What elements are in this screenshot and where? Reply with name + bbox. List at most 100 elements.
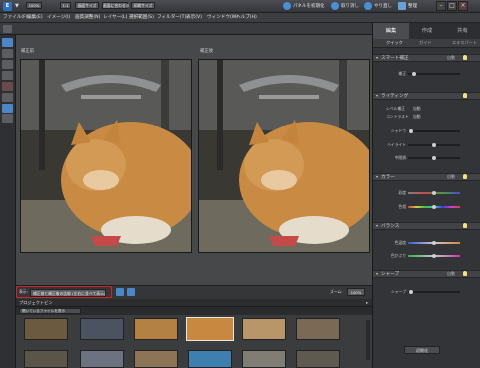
swap-icon[interactable] (116, 288, 124, 296)
thumbnail[interactable] (242, 318, 286, 340)
thumbnail[interactable] (24, 350, 68, 368)
slider-thumb[interactable] (409, 129, 413, 133)
thumbnail[interactable] (134, 350, 178, 368)
panel-reset-icon[interactable] (283, 2, 291, 10)
whiten-teeth-tool-icon[interactable] (2, 93, 13, 102)
project-bin-title: プロジェクトビン (19, 300, 53, 305)
thumbnail-selected[interactable] (186, 317, 234, 341)
shadows-slider[interactable] (408, 130, 460, 132)
thumbnail[interactable] (24, 318, 68, 340)
slider-thumb[interactable] (432, 254, 436, 258)
subtab-guided[interactable]: ガイド (419, 40, 432, 46)
zoom-tool-icon[interactable] (2, 38, 13, 47)
levels-label: レベル補正 (386, 106, 405, 111)
zoom-field[interactable]: 100% (347, 288, 365, 296)
menu-edit[interactable]: 編集(E) (27, 14, 43, 20)
slider-label: 中間調 (394, 155, 406, 160)
color-swatch-icon[interactable] (2, 114, 13, 123)
auto-button[interactable]: 自動 (447, 271, 455, 277)
bin-source-select[interactable]: 開いているファイルを表示 (19, 308, 81, 314)
bin-scrollbar[interactable] (366, 320, 370, 360)
sync-icon[interactable] (127, 288, 135, 296)
slider-thumb[interactable] (432, 205, 436, 209)
tab-share[interactable]: 共有 (445, 23, 480, 39)
contrast-auto-button[interactable]: 自動 (413, 114, 421, 120)
bulb-icon (463, 271, 467, 276)
maximize-icon[interactable]: □ (447, 1, 457, 11)
bin-collapse-icon[interactable]: ▸ (366, 300, 368, 305)
menu-layer[interactable]: レイヤー(L) (103, 14, 127, 20)
crop-tool-icon[interactable] (2, 71, 13, 80)
thumbnail[interactable] (80, 350, 124, 368)
print-size-button[interactable]: 印刷サイズ (131, 2, 155, 9)
actual-pixels-button[interactable]: 1:1 (60, 2, 71, 9)
slider-label: ハイライト (387, 142, 406, 147)
options-bar (0, 23, 372, 35)
panel-reset-button[interactable]: パネルを初期化 (293, 3, 325, 9)
slider-thumb[interactable] (412, 72, 416, 76)
collapse-icon[interactable]: ▾ (376, 93, 378, 98)
section-title: シャープ (381, 272, 400, 277)
organizer-button[interactable]: 整理 (408, 3, 417, 9)
bulb-icon (463, 174, 467, 179)
tab-create[interactable]: 作成 (409, 23, 445, 39)
hand-tool-icon[interactable] (2, 49, 13, 58)
slider-thumb[interactable] (432, 241, 436, 245)
menu-window[interactable]: ウィンドウ(W) (207, 14, 238, 20)
thumbnail[interactable] (134, 318, 178, 340)
thumbnail[interactable] (242, 350, 286, 368)
slider-thumb[interactable] (432, 156, 436, 160)
collapse-icon[interactable]: ▾ (376, 174, 378, 179)
bulb-icon (463, 55, 467, 60)
sharpen-slider[interactable] (408, 291, 460, 293)
minimize-icon[interactable]: – (436, 1, 446, 11)
undo-icon[interactable] (331, 2, 339, 10)
menu-view[interactable]: 表示(V) (186, 14, 202, 20)
app-logo-icon: E (3, 2, 12, 11)
slider-label: シャドウ (390, 128, 406, 133)
slider-label: 色温度 (394, 240, 406, 245)
collapse-icon[interactable]: ▾ (376, 271, 378, 276)
close-icon[interactable]: × (458, 1, 468, 11)
auto-button[interactable]: 自動 (447, 174, 455, 180)
before-photo[interactable] (20, 59, 192, 253)
slider-label: 補正 (398, 71, 406, 76)
zoom-percent-field[interactable]: 100% (26, 2, 42, 9)
redo-button[interactable]: やり直し (374, 3, 392, 9)
spot-healing-tool-icon[interactable] (2, 104, 13, 113)
section-title: バランス (381, 224, 400, 229)
slider-thumb[interactable] (432, 143, 436, 147)
collapse-icon[interactable]: ▾ (376, 223, 378, 228)
home-icon[interactable] (398, 2, 406, 10)
thumbnail[interactable] (188, 350, 232, 368)
app-menu-caret[interactable]: ▼ (15, 3, 19, 9)
quick-select-tool-icon[interactable] (2, 60, 13, 69)
thumbnail[interactable] (80, 318, 124, 340)
slider-thumb[interactable] (432, 191, 436, 195)
tab-edit[interactable]: 編集 (373, 23, 409, 39)
cat-photo-after (199, 60, 369, 252)
menu-image[interactable]: イメージ(I) (47, 14, 70, 20)
subtab-quick[interactable]: クイック (386, 40, 403, 46)
collapse-icon[interactable]: ▾ (376, 55, 378, 60)
reset-button[interactable]: 初期化 (404, 346, 440, 354)
slider-thumb[interactable] (409, 290, 413, 294)
redo-icon[interactable] (364, 2, 372, 10)
fill-screen-button[interactable]: 画面に合わせる (102, 2, 130, 9)
thumbnail[interactable] (296, 318, 340, 340)
thumbnail[interactable] (296, 350, 340, 368)
fit-screen-button[interactable]: 画面サイズ (75, 2, 99, 9)
levels-auto-button[interactable]: 自動 (413, 106, 421, 112)
menu-enhance[interactable]: 画質調整(N) (75, 14, 100, 20)
red-eye-tool-icon[interactable] (2, 82, 13, 91)
undo-button[interactable]: 取り消し (341, 3, 359, 9)
auto-button[interactable]: 自動 (447, 55, 455, 61)
subtab-expert[interactable]: エキスパート (452, 40, 477, 46)
view-highlight-box (16, 286, 112, 298)
slider-label: 色相 (398, 204, 406, 209)
after-photo[interactable] (198, 59, 370, 253)
menu-select[interactable]: 選択範囲(S) (129, 14, 154, 20)
menu-filter[interactable]: フィルター(T) (157, 14, 186, 20)
menu-file[interactable]: ファイル(F) (3, 14, 28, 20)
menu-help[interactable]: ヘルプ(H) (236, 14, 257, 20)
